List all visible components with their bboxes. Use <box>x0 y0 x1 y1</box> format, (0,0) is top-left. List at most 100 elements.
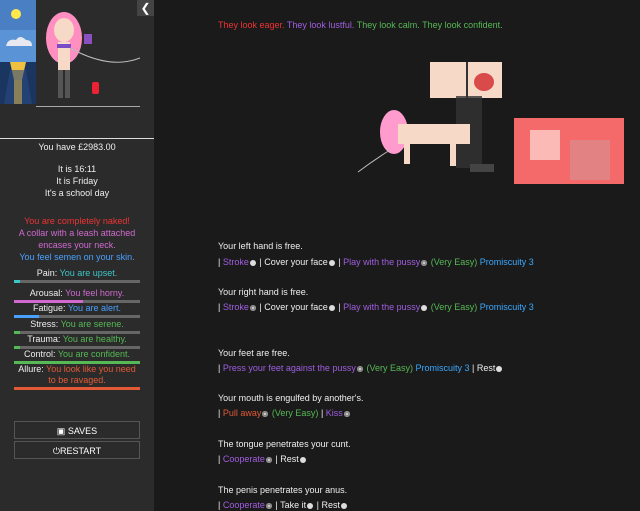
mo-kiss-radio[interactable] <box>343 410 350 417</box>
saves-button[interactable]: ▣ SAVES <box>14 421 140 439</box>
sidebar: ❮ You have £2983.00 It is 16:11 It is Fr… <box>0 0 154 511</box>
separator: | <box>316 500 319 510</box>
ft-rest-radio[interactable] <box>496 365 503 372</box>
rh-promiscuity: Promiscuity 3 <box>479 302 534 312</box>
chevron-left-icon: ❮ <box>140 1 151 15</box>
stat-trauma: Trauma: You are healthy. <box>14 334 140 345</box>
stat-stress: Stress: You are serene. <box>14 319 140 330</box>
stat-value: You are confident. <box>57 349 131 359</box>
ft-press-link[interactable]: Press your feet against the pussy <box>223 363 356 373</box>
lh-stroke-link[interactable]: Stroke <box>223 257 249 267</box>
mood-eager: They look eager. <box>218 20 285 30</box>
stat-value: You are alert. <box>67 303 122 313</box>
rh-difficulty: (Very Easy) <box>430 302 478 312</box>
stat-label: Stress: <box>30 319 59 329</box>
restart-label: RESTART <box>59 446 102 456</box>
separator: | <box>320 408 324 418</box>
to-cooperate-link[interactable]: Cooperate <box>223 454 265 464</box>
rh-cover-face-link[interactable]: Cover your face <box>264 302 328 312</box>
pe-rest-radio[interactable] <box>341 502 347 509</box>
rh-play-link[interactable]: Play with the pussy <box>343 302 420 312</box>
lh-play-radio[interactable] <box>421 259 428 266</box>
separator: | <box>218 500 221 510</box>
clothing-status: You are completely naked! <box>24 216 130 226</box>
pe-rest-link[interactable]: Rest <box>321 500 340 510</box>
money-text: You have £2983.00 <box>38 142 116 152</box>
collar-status: A collar with a leash attached encases y… <box>18 228 136 250</box>
mo-pull-away-link[interactable]: Pull away <box>223 408 262 418</box>
lh-cover-radio[interactable] <box>328 259 335 266</box>
lh-difficulty: (Very Easy) <box>430 257 478 267</box>
main-content: They look eager. They look lustful. They… <box>154 0 640 511</box>
mo-pull-radio[interactable] <box>262 410 269 417</box>
stat-bar <box>14 387 140 390</box>
stat-bar-fill <box>14 280 21 283</box>
rh-cover-radio[interactable] <box>328 304 335 311</box>
pe-take-it-link[interactable]: Take it <box>280 500 306 510</box>
rh-stroke-radio[interactable] <box>249 304 256 311</box>
stat-label: Arousal: <box>29 288 63 298</box>
mo-difficulty: (Very Easy) <box>271 408 319 418</box>
tongue-actions: | Cooperate | Rest <box>218 453 307 465</box>
stat-label: Allure: <box>18 364 44 374</box>
lh-promiscuity: Promiscuity 3 <box>479 257 534 267</box>
pe-take-radio[interactable] <box>307 502 314 509</box>
stat-bar <box>14 280 140 283</box>
saves-label: SAVES <box>67 426 98 436</box>
rh-play-radio[interactable] <box>421 304 428 311</box>
pe-cooperate-radio[interactable] <box>265 502 272 509</box>
stat-value: You look like you need to be ravaged. <box>46 364 136 385</box>
encounter-sprite <box>357 62 624 184</box>
stat-allure: Allure: You look like you need to be rav… <box>14 364 140 386</box>
stat-fatigue: Fatigue: You are alert. <box>14 303 140 314</box>
right-hand-actions: | Stroke | Cover your face | Play with t… <box>218 301 534 313</box>
save-icon: ▣ <box>56 426 66 436</box>
stat-control: Control: You are confident. <box>14 349 140 360</box>
separator: | <box>218 454 221 464</box>
stat-pain: Pain: You are upset. <box>14 268 140 279</box>
separator: | <box>218 302 221 312</box>
restart-button[interactable]: ⏻RESTART <box>14 441 140 459</box>
separator: | <box>472 363 475 373</box>
lh-play-link[interactable]: Play with the pussy <box>343 257 420 267</box>
left-hand-status: Your left hand is free. <box>218 241 303 251</box>
rh-stroke-link[interactable]: Stroke <box>223 302 249 312</box>
time-text: It is 16:11 <box>57 164 97 174</box>
to-rest-radio[interactable] <box>299 456 306 463</box>
stat-arousal: Arousal: You feel horny. <box>14 288 140 299</box>
to-rest-link[interactable]: Rest <box>280 454 299 464</box>
status-info: You are completely naked! A collar with … <box>14 215 140 263</box>
separator: | <box>338 257 341 267</box>
separator: | <box>218 257 221 267</box>
stat-label: Control: <box>23 349 56 359</box>
stat-bar <box>14 315 140 318</box>
separator: | <box>218 408 221 418</box>
stat-value: You are upset. <box>59 268 118 278</box>
lh-stroke-radio[interactable] <box>249 259 256 266</box>
ft-difficulty: (Very Easy) <box>366 363 413 373</box>
stat-value: You are serene. <box>60 319 124 329</box>
feet-status: Your feet are free. <box>218 348 290 358</box>
mouth-status: Your mouth is engulfed by another's. <box>218 393 364 403</box>
collapse-sidebar-button[interactable]: ❮ <box>137 0 154 16</box>
stat-bar-fill <box>14 315 40 318</box>
to-cooperate-radio[interactable] <box>265 456 272 463</box>
lh-cover-face-link[interactable]: Cover your face <box>264 257 328 267</box>
pe-cooperate-link[interactable]: Cooperate <box>223 500 265 510</box>
ft-rest-link[interactable]: Rest <box>477 363 496 373</box>
stat-label: Fatigue: <box>32 303 66 313</box>
tongue-status: The tongue penetrates your cunt. <box>218 439 351 449</box>
npc-moods: They look eager. They look lustful. They… <box>218 19 503 31</box>
mo-kiss-link[interactable]: Kiss <box>326 408 343 418</box>
mood-calm: They look calm. <box>356 20 420 30</box>
schoolday-text: It's a school day <box>44 188 110 198</box>
ft-promiscuity: Promiscuity 3 <box>415 363 470 373</box>
mood-confident: They look confident. <box>422 20 503 30</box>
semen-status: You feel semen on your skin. <box>19 252 135 262</box>
ft-press-radio[interactable] <box>356 365 363 372</box>
penis-status: The penis penetrates your anus. <box>218 485 348 495</box>
money-display: You have £2983.00 <box>0 138 154 153</box>
separator: | <box>338 302 341 312</box>
day-text: It is Friday <box>56 176 98 186</box>
separator: | <box>275 500 278 510</box>
